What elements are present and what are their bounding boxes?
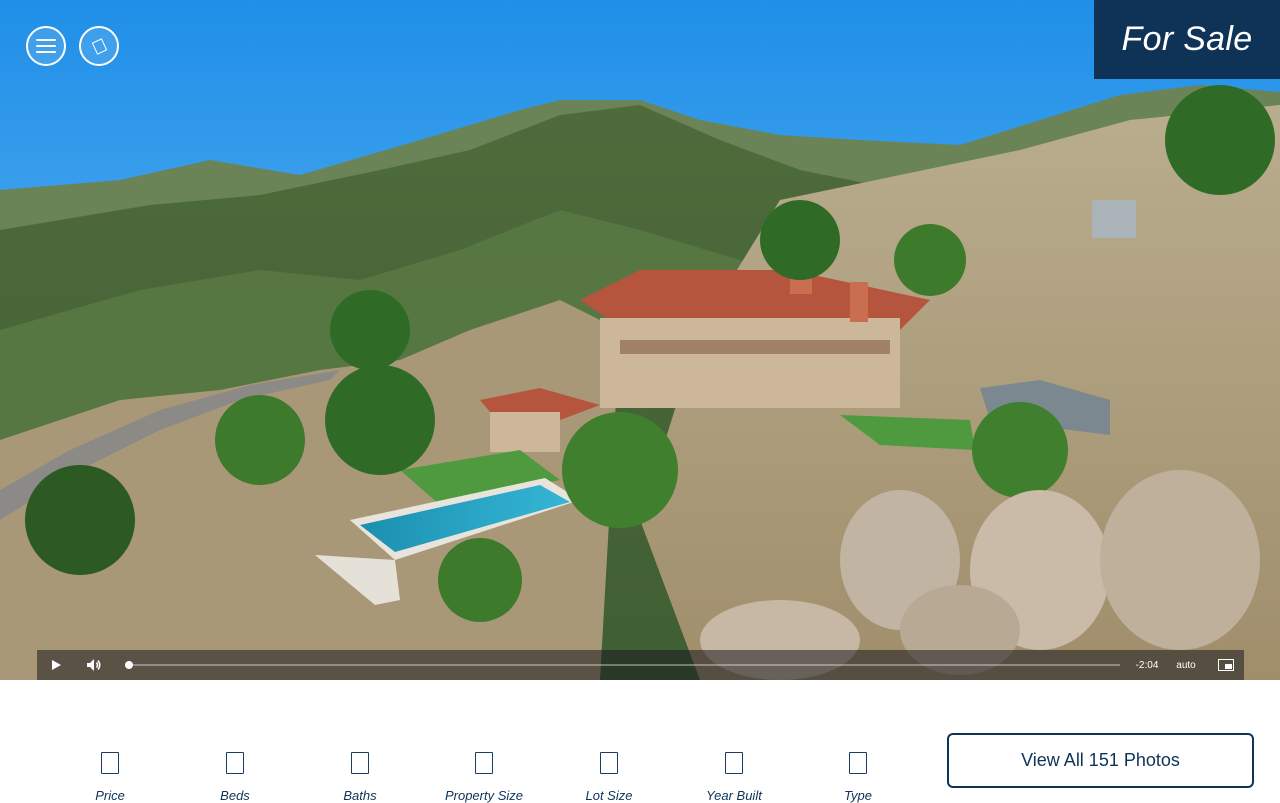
progress-track: [125, 664, 1120, 666]
stat-label: Price: [95, 788, 125, 803]
progress-scrubber[interactable]: [125, 661, 133, 669]
for-sale-badge: For Sale: [1094, 0, 1280, 79]
stat-label: Baths: [343, 788, 377, 803]
view-all-photos-button[interactable]: View All 151 Photos: [947, 733, 1254, 788]
volume-icon: [87, 659, 101, 671]
volume-button[interactable]: [75, 658, 113, 672]
price-icon: [101, 752, 119, 774]
picture-in-picture-button[interactable]: [1208, 659, 1244, 671]
bed-icon: [226, 752, 244, 774]
picture-in-picture-icon: [1218, 659, 1234, 671]
video-controls: -2:04 auto: [37, 650, 1244, 680]
stat-property-size: Property Size: [422, 752, 546, 803]
property-size-icon: [475, 752, 493, 774]
stat-type: Type: [796, 752, 920, 803]
stat-label: Year Built: [706, 788, 762, 803]
bath-icon: [351, 752, 369, 774]
stat-label: Type: [844, 788, 872, 803]
share-button[interactable]: [79, 26, 119, 66]
calendar-icon: [725, 752, 743, 774]
stat-price: Price: [48, 752, 172, 803]
stat-beds: Beds: [173, 752, 297, 803]
menu-button[interactable]: [26, 26, 66, 66]
time-remaining: -2:04: [1135, 659, 1159, 671]
property-aerial-video-frame: [0, 0, 1280, 680]
video-hero[interactable]: For Sale -2:04 auto: [0, 0, 1280, 680]
play-icon: [52, 660, 61, 670]
quality-selector[interactable]: auto: [1164, 660, 1208, 671]
hamburger-menu-icon: [36, 39, 56, 53]
stat-lot-size: Lot Size: [547, 752, 671, 803]
lot-size-icon: [600, 752, 618, 774]
stat-label: Lot Size: [585, 788, 633, 803]
share-icon: [91, 37, 107, 55]
stat-label: Beds: [220, 788, 250, 803]
stat-label: Property Size: [444, 788, 524, 803]
video-progress-bar[interactable]: [125, 650, 1120, 680]
stat-year-built: Year Built: [672, 752, 796, 803]
stat-baths: Baths: [298, 752, 422, 803]
for-sale-label: For Sale: [1121, 20, 1253, 58]
property-stats: Price Beds Baths Property Size Lot Size …: [48, 752, 921, 803]
home-type-icon: [849, 752, 867, 774]
play-button[interactable]: [37, 659, 75, 671]
